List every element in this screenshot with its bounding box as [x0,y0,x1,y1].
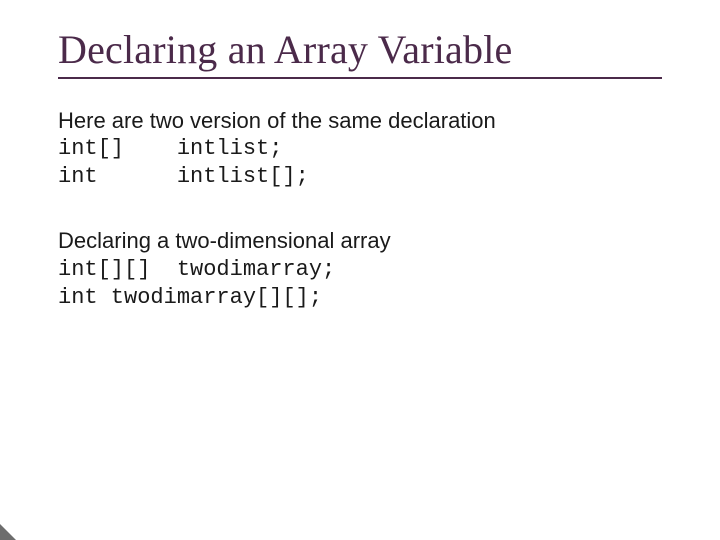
slide-title: Declaring an Array Variable [58,26,662,73]
section-two: Declaring a two-dimensional array int[][… [58,227,662,311]
title-underline [58,77,662,79]
code-line-1b: int intlist[]; [58,163,662,191]
slide: Declaring an Array Variable Here are two… [0,0,720,540]
code-line-1a: int[] intlist; [58,135,662,163]
corner-accent-icon [0,524,16,540]
code-line-2b: int twodimarray[][]; [58,284,662,312]
section-two-intro: Declaring a two-dimensional array [58,227,662,255]
section-one: Here are two version of the same declara… [58,107,662,191]
section-one-intro: Here are two version of the same declara… [58,107,662,135]
code-line-2a: int[][] twodimarray; [58,256,662,284]
